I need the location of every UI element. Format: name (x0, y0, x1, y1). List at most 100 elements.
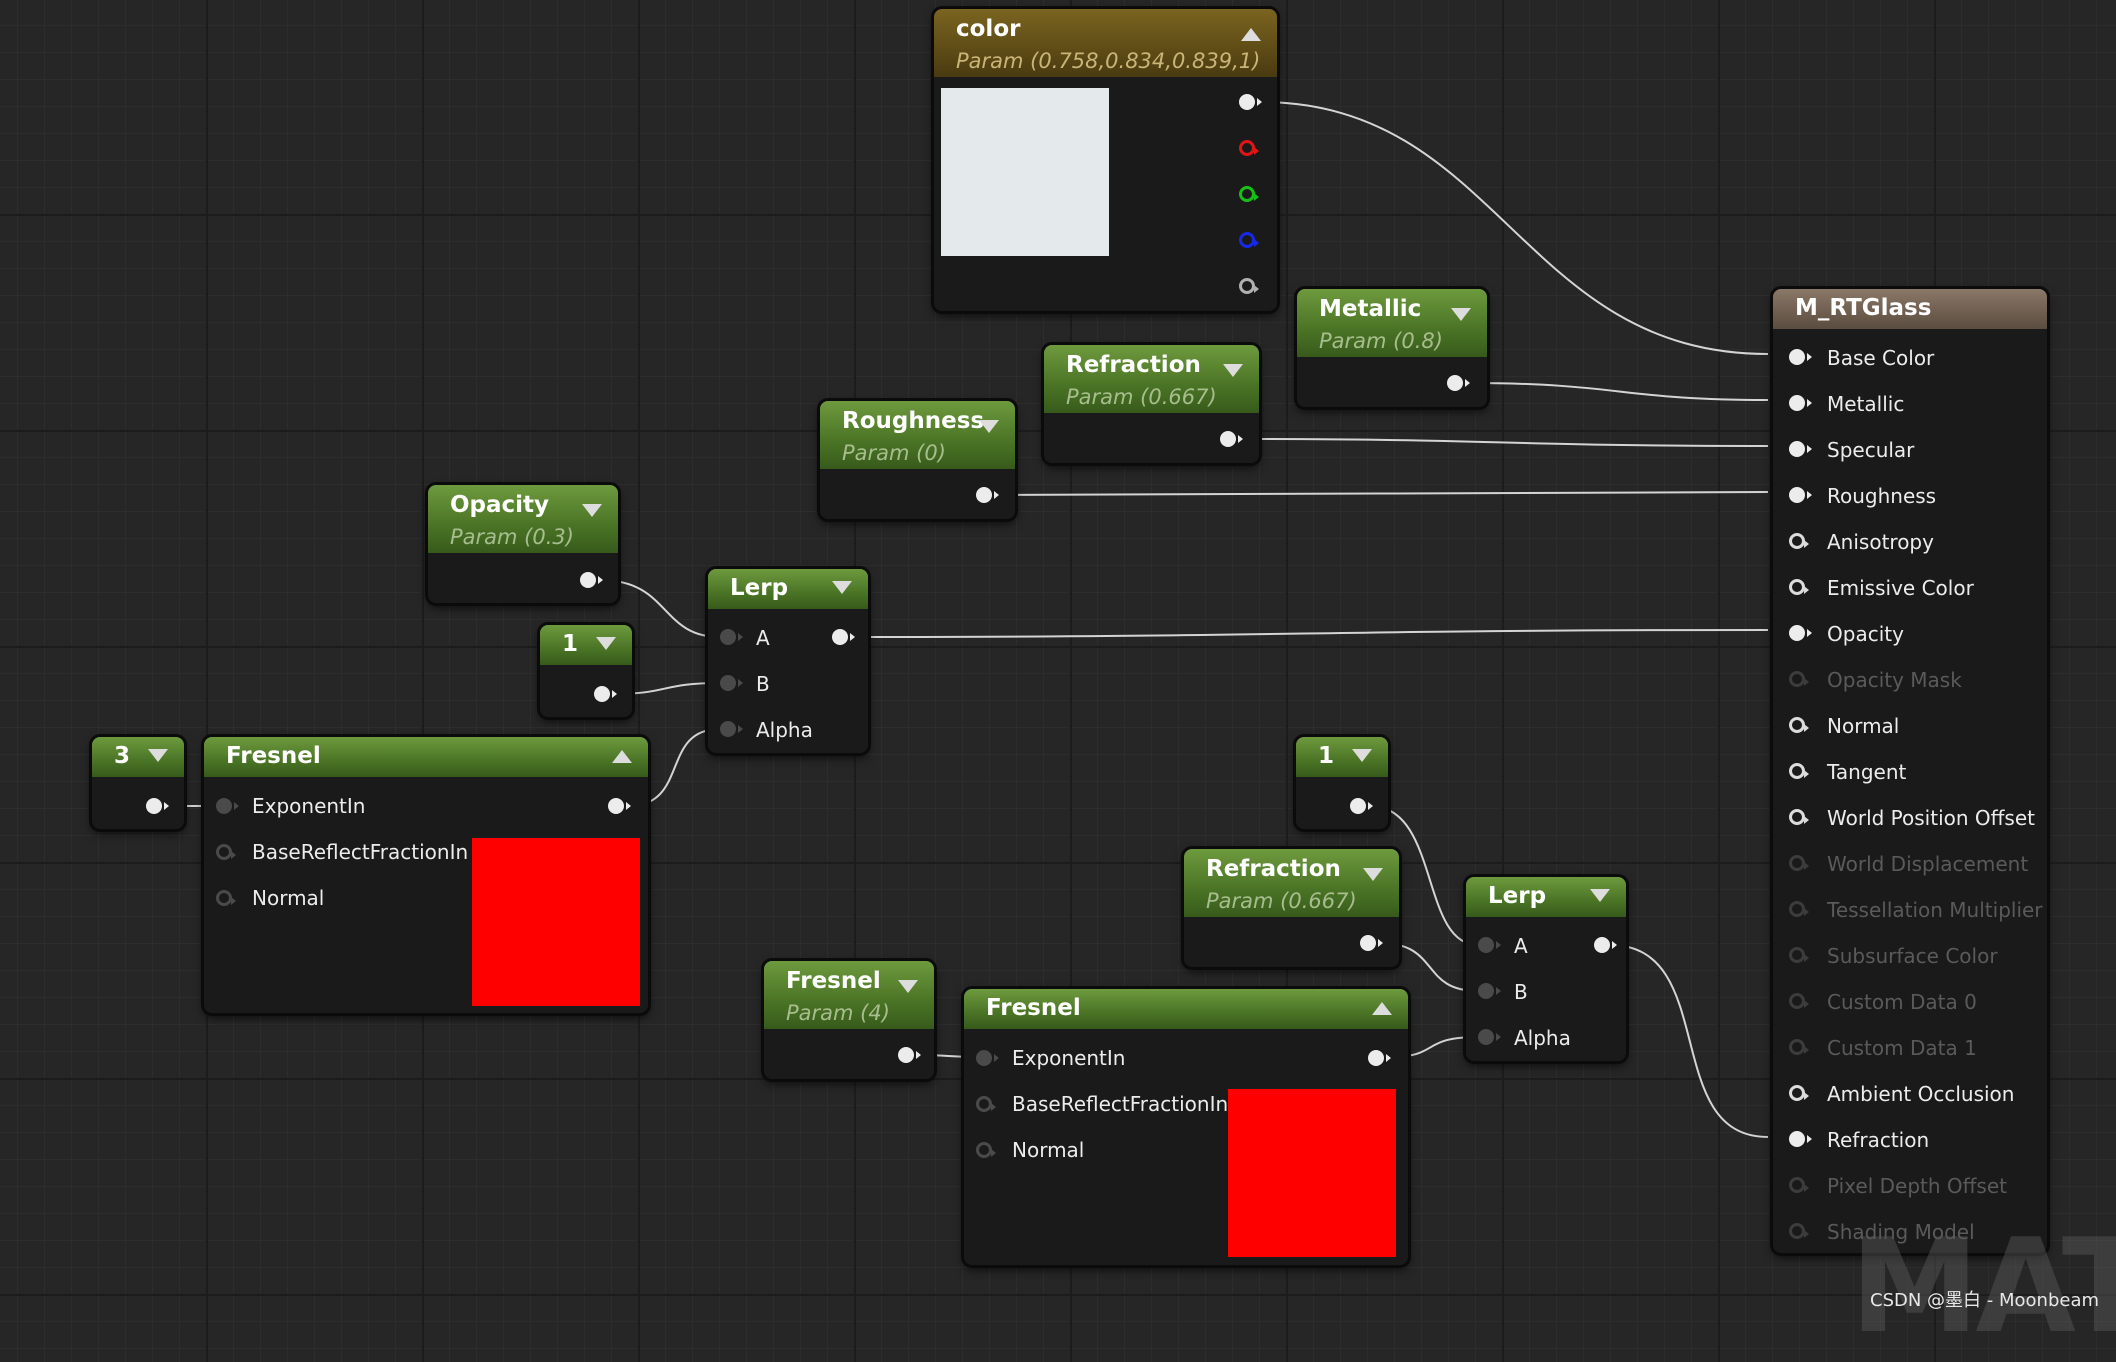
material-input-label: Emissive Color (1827, 576, 1974, 600)
output-pin[interactable] (580, 572, 603, 588)
material-input-pin[interactable] (1789, 947, 1809, 963)
opacity-param-node[interactable]: Opacity Param (0.3) (428, 485, 618, 603)
input-pin-normal[interactable] (216, 890, 236, 906)
material-input-pin[interactable] (1789, 1131, 1812, 1147)
material-input-pin[interactable] (1789, 533, 1809, 549)
output-pin[interactable] (1350, 798, 1373, 814)
input-pin-base-reflect[interactable] (976, 1096, 996, 1112)
credit-watermark: CSDN @墨白 - Moonbeam (1870, 1290, 2100, 1311)
material-input-label: World Displacement (1827, 852, 2029, 876)
input-pin-alpha[interactable] (720, 721, 743, 737)
dropdown-arrow-icon[interactable] (1223, 364, 1243, 377)
node-subtitle: Param (0.758,0.834,0.839,1) (956, 49, 1261, 73)
input-pin-base-reflect[interactable] (216, 844, 236, 860)
input-pin-exponent[interactable] (976, 1050, 999, 1066)
lerp-node[interactable]: Lerp A B Alpha (708, 569, 868, 753)
node-title: Fresnel (986, 995, 1081, 1021)
input-pin-b[interactable] (720, 675, 743, 691)
output-pin[interactable] (1220, 431, 1243, 447)
input-pin-alpha[interactable] (1478, 1029, 1501, 1045)
output-pin[interactable] (1594, 937, 1617, 953)
output-pin[interactable] (1360, 935, 1383, 951)
fresnel-param-node[interactable]: Fresnel Param (4) (764, 961, 934, 1079)
node-header[interactable] (540, 625, 632, 665)
material-input-pin[interactable] (1789, 717, 1809, 733)
output-pin[interactable] (594, 686, 617, 702)
material-input-label: Roughness (1827, 484, 1937, 508)
dropdown-arrow-icon[interactable] (582, 504, 602, 517)
constant-node[interactable]: 1 (1296, 737, 1388, 829)
material-input-pin[interactable] (1789, 1039, 1809, 1055)
output-pin[interactable] (832, 629, 855, 645)
metallic-param-node[interactable]: Metallic Param (0.8) (1297, 289, 1487, 407)
fresnel-node[interactable]: Fresnel ExponentIn BaseReflectFractionIn… (204, 737, 648, 1013)
material-input-label: Metallic (1827, 392, 1905, 416)
material-input-pin[interactable] (1789, 671, 1809, 687)
refraction-param-node[interactable]: Refraction Param (0.667) (1044, 345, 1259, 463)
output-pin[interactable] (1368, 1050, 1391, 1066)
collapse-arrow-icon[interactable] (1372, 1002, 1392, 1015)
output-pin[interactable] (976, 487, 999, 503)
output-pin-g[interactable] (1239, 186, 1259, 202)
dropdown-arrow-icon[interactable] (148, 749, 168, 762)
output-pin[interactable] (898, 1047, 921, 1063)
material-input-pin[interactable] (1789, 1223, 1809, 1239)
dropdown-arrow-icon[interactable] (979, 420, 999, 433)
output-pin[interactable] (1447, 375, 1470, 391)
pin-label-a: A (1514, 934, 1528, 958)
dropdown-arrow-icon[interactable] (596, 637, 616, 650)
material-input-pin[interactable] (1789, 855, 1809, 871)
input-pin-b[interactable] (1478, 983, 1501, 999)
dropdown-arrow-icon[interactable] (832, 581, 852, 594)
node-subtitle: Param (0) (842, 441, 946, 465)
dropdown-arrow-icon[interactable] (1590, 889, 1610, 902)
material-input-pin[interactable] (1789, 763, 1809, 779)
refraction-param-node[interactable]: Refraction Param (0.667) (1184, 849, 1399, 967)
node-subtitle: Param (0.667) (1066, 385, 1217, 409)
material-input-pin[interactable] (1789, 349, 1812, 365)
constant-value: 1 (1318, 743, 1335, 769)
color-param-node[interactable]: color Param (0.758,0.834,0.839,1) (934, 9, 1277, 311)
material-input-pin[interactable] (1789, 441, 1812, 457)
node-header[interactable] (1296, 737, 1388, 777)
material-input-pin[interactable] (1789, 993, 1809, 1009)
node-subtitle: Param (0.667) (1206, 889, 1357, 913)
material-input-pin[interactable] (1789, 1085, 1809, 1101)
dropdown-arrow-icon[interactable] (898, 980, 918, 993)
collapse-arrow-icon[interactable] (612, 750, 632, 763)
constant-node[interactable]: 1 (540, 625, 632, 717)
material-input-pin[interactable] (1789, 809, 1809, 825)
material-input-pin[interactable] (1789, 901, 1809, 917)
output-pin-r[interactable] (1239, 140, 1259, 156)
output-pin[interactable] (146, 798, 169, 814)
constant-node[interactable]: 3 (92, 737, 184, 829)
input-pin-a[interactable] (1478, 937, 1501, 953)
dropdown-arrow-icon[interactable] (1352, 749, 1372, 762)
material-result-node[interactable]: M_RTGlass Base Color Metallic Specular Roug… (1773, 289, 2047, 1253)
wire-lerp2-to-refraction (1609, 944, 1769, 1138)
dropdown-arrow-icon[interactable] (1363, 868, 1383, 881)
material-input-pin[interactable] (1789, 579, 1809, 595)
output-pin-rgb[interactable] (1239, 94, 1262, 110)
output-pin-a[interactable] (1239, 278, 1259, 294)
output-pin-b[interactable] (1239, 232, 1259, 248)
fresnel-node[interactable]: Fresnel ExponentIn BaseReflectFractionIn… (964, 989, 1408, 1265)
node-header[interactable] (92, 737, 184, 777)
material-input-pin[interactable] (1789, 625, 1812, 641)
node-title: Fresnel (786, 968, 881, 994)
preview-swatch (472, 838, 640, 1006)
input-pin-a[interactable] (720, 629, 743, 645)
constant-value: 1 (562, 631, 579, 657)
material-input-pin[interactable] (1789, 487, 1812, 503)
input-pin-exponent[interactable] (216, 798, 239, 814)
material-input-pin[interactable] (1789, 1177, 1809, 1193)
material-input-pin[interactable] (1789, 395, 1812, 411)
collapse-arrow-icon[interactable] (1241, 28, 1261, 41)
roughness-param-node[interactable]: Roughness Param (0) (820, 401, 1015, 519)
material-input-label: Tessellation Multiplier (1827, 898, 2043, 922)
lerp-node[interactable]: Lerp A B Alpha (1466, 877, 1626, 1061)
dropdown-arrow-icon[interactable] (1451, 308, 1471, 321)
output-pin[interactable] (608, 798, 631, 814)
node-title: Refraction (1066, 352, 1201, 378)
input-pin-normal[interactable] (976, 1142, 996, 1158)
